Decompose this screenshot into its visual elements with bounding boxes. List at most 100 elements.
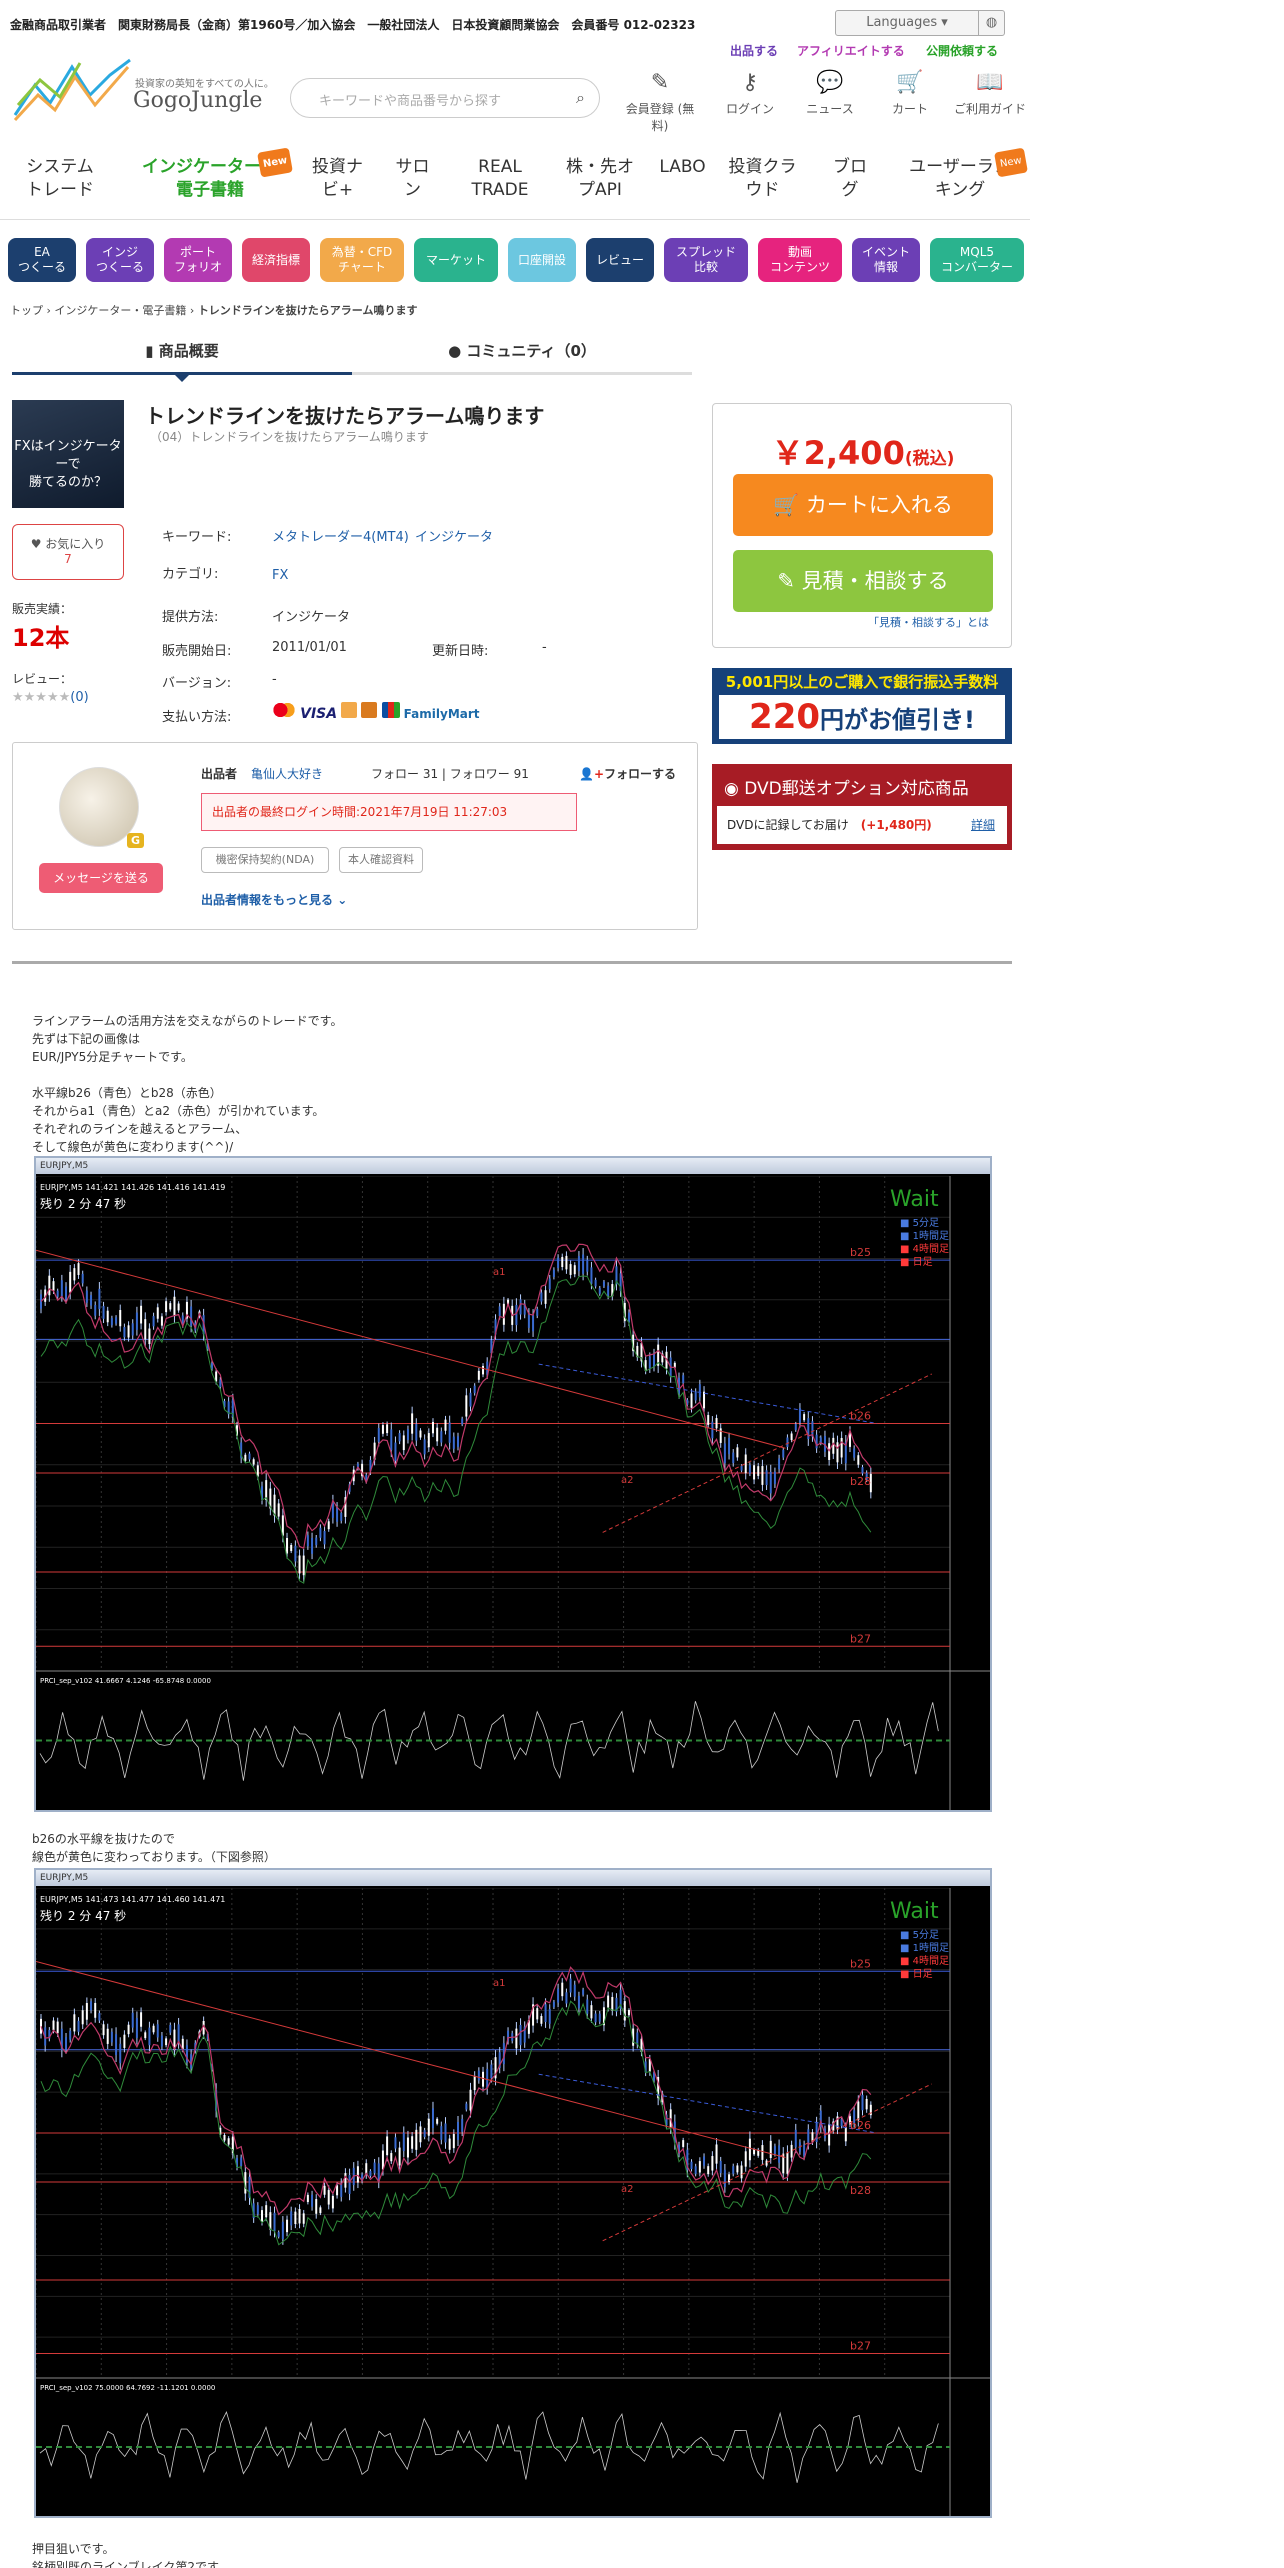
category-button-7[interactable]: レビュー [586,238,654,282]
review-stars[interactable]: ★★★★★(0) [12,690,89,705]
star-icons: ★★★★★ [12,690,71,705]
nav-item-1[interactable]: インジケーター・ 電子書籍 New [135,147,293,202]
breadcrumb: トップ › インジケーター・電子書籍 › トレンドラインを抜けたらアラーム鳴りま… [10,304,418,317]
language-select[interactable]: Languages ▾ ◍ [835,10,1005,36]
pencil-icon: ✎ [777,569,802,593]
category-button-8[interactable]: スプレッド 比較 [664,238,748,282]
search-icon[interactable]: ⌕ [576,88,585,108]
keyword-indicator[interactable]: インジケータ [415,526,493,545]
header-link-label: ご利用ガイド [953,102,1026,116]
search-input[interactable]: キーワードや商品番号から探す ⌕ [290,78,600,118]
category-button-0[interactable]: EA つくーる [8,238,76,282]
subchart-header: PRCI_sep_v102 41.6667 4.1246 -65.8748 0.… [40,1677,211,1685]
header-link-4[interactable]: 📖 ご利用ガイド [950,70,1030,117]
tab-community[interactable]: ● コミュニティ（0） [352,335,692,375]
chart-canvas: EURJPY,M5 141.421 141.426 141.416 141.41… [36,1176,990,1810]
header-link-0[interactable]: ✎ 会員登録 (無料) [620,70,700,134]
chart-legend-item: ■ 5分足 [900,1217,939,1229]
sell-link[interactable]: 出品する [730,42,778,59]
keyword-mt4[interactable]: メタトレーダー4(MT4) [272,526,409,545]
breadcrumb-parent[interactable]: インジケーター・電子書籍 [54,304,186,317]
category-button-1[interactable]: インジ つくーる [86,238,154,282]
seller-name[interactable]: 亀仙人大好き [251,765,323,782]
sales-count: 12本 [12,624,70,652]
header-link-2[interactable]: 💬 ニュース [790,70,870,117]
subchart-header: PRCI_sep_v102 75.0000 64.7692 -11.1201 0… [40,2384,215,2392]
breadcrumb-home[interactable]: トップ [10,304,43,317]
tab-community-label: コミュニティ（0） [466,342,596,360]
seller-more-link[interactable]: 出品者情報をもっと見る ⌄ [201,891,347,908]
bank-discount-banner[interactable]: 5,001円以上のご購入で銀行振込手数料 220円がお値引き! [712,668,1012,744]
dvd-detail-link[interactable]: 詳細 [971,816,995,833]
public-request-link[interactable]: 公開依頼する [926,42,998,59]
jcb-icon [381,702,400,718]
chart-line-label: a2 [621,2184,634,2195]
nav-item-5[interactable]: 株・先オ プAPI [555,156,645,202]
category-button-9[interactable]: 動画 コンテンツ [758,238,842,282]
start-value: 2011/01/01 [272,640,347,655]
payment-key: 支払い方法: [162,710,232,725]
favorite-button[interactable]: ♥ お気に入り 7 [12,524,124,580]
chat-icon: ● [448,342,467,360]
nav-item-3[interactable]: サロ ン [390,156,435,202]
category-value[interactable]: FX [272,568,288,583]
chart-line-label: b26 [850,2119,871,2132]
chart-window-title: EURJPY,M5 [36,1158,990,1174]
nav-item-9[interactable]: ユーザーラン キング New [900,147,1028,202]
seller-box: G メッセージを送る 出品者 亀仙人大好き フォロー 31 | フォロワー 91… [12,742,698,930]
chart-screenshot-1[interactable]: EURJPY,M5 EURJPY,M5 141.421 141.426 141.4… [34,1156,992,1812]
category-button-6[interactable]: 口座開設 [508,238,576,282]
header-link-3[interactable]: 🛒 カート [870,70,950,117]
category-button-2[interactable]: ポート フォリオ [164,238,232,282]
category-button-5[interactable]: マーケット [414,238,498,282]
product-subtitle: （04）トレンドラインを抜けたらアラーム鳴ります [150,430,429,444]
chevron-down-icon: ⌄ [333,893,348,907]
license-text: 金融商品取引業者 関東財務局長（金商）第1960号／加入協会 一般社団法人 日本… [10,18,696,32]
description-line: 線色が黄色に変わっております。（下図参照） [32,1850,276,1864]
brand-name[interactable]: GogoJungle [133,88,262,113]
estimate-help-link[interactable]: 「見積・相談する」とは [868,614,989,630]
chart-legend-item: ■ 4時間足 [900,1955,949,1967]
nav-item-4[interactable]: REAL TRADE [455,156,545,202]
chart-screenshot-2[interactable]: EURJPY,M5 EURJPY,M5 141.473 141.477 141.4… [34,1868,992,2518]
header-link-1[interactable]: ⚷ ログイン [710,70,790,117]
book-icon: 📖 [976,70,1004,95]
affiliate-link[interactable]: アフィリエイトする [797,42,905,59]
nav-item-2[interactable]: 投資ナ ビ+ [305,156,370,202]
chart-legend-item: ■ 1時間足 [900,1230,949,1242]
globe-icon[interactable]: ◍ [978,11,1004,35]
product-thumbnail[interactable]: FXはインジケーターで 勝てるのか？ [12,400,124,508]
follow-button[interactable]: 👤+フォローする [579,765,676,782]
dvd-title: DVD郵送オプション対応商品 [744,779,969,799]
nav-item-7[interactable]: 投資クラ ウド [720,156,805,202]
category-button-10[interactable]: イベント 情報 [852,238,920,282]
chart-window-title: EURJPY,M5 [36,1870,990,1886]
chat-icon: 💬 [816,70,844,95]
seller-avatar[interactable]: G [59,767,144,848]
dvd-option: ◉ DVD郵送オプション対応商品 DVDに記録してお届け (+1,480円) 詳細 [712,764,1012,850]
chart-line-label: b27 [850,1632,871,1645]
estimate-button[interactable]: ✎ 見積・相談する [733,550,993,612]
nav-item-0[interactable]: システム トレード [10,156,110,202]
chart-line-label: a2 [621,1475,634,1486]
category-button-4[interactable]: 為替・CFD チャート [320,238,404,282]
new-badge: New [994,147,1028,178]
update-value: - [542,640,547,655]
product-tabs: ▮ 商品概要 ● コミュニティ（0） [12,335,692,382]
add-to-cart-button[interactable]: 🛒 カートに入れる [733,474,993,536]
tab-overview[interactable]: ▮ 商品概要 [12,335,352,382]
description-line: 先ずは下記の画像は [32,1032,141,1046]
update-key: 更新日時: [432,644,489,659]
heart-icon: ♥ [30,537,46,551]
category-button-3[interactable]: 経済指標 [242,238,310,282]
thumbnail-text: FXはインジケーターで 勝てるのか？ [14,439,122,490]
nav-item-6[interactable]: LABO [655,156,710,179]
send-message-button[interactable]: メッセージを送る [39,863,163,893]
identity-badge: 本人確認資料 [339,847,423,873]
review-count[interactable]: (0) [70,690,88,705]
cart-label: カートに入れる [805,493,953,517]
nav-item-8[interactable]: ブロ グ [820,156,880,202]
language-label: Languages ▾ [866,15,948,30]
category-button-11[interactable]: MQL5 コンバーター [930,238,1024,282]
gogojungle-logo[interactable] [10,55,135,125]
